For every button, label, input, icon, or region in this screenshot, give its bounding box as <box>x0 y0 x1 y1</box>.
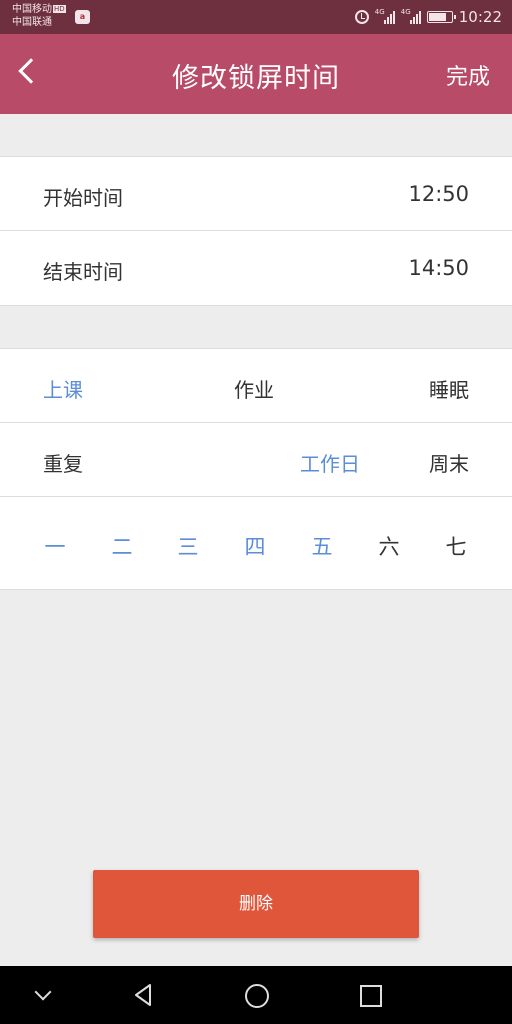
mode-option-class[interactable]: 上课 <box>43 374 83 403</box>
day-sun[interactable]: 七 <box>441 531 471 561</box>
alarm-icon <box>354 10 369 24</box>
system-nav-bar <box>0 966 512 1024</box>
days-row: 一 二 三 四 五 六 七 <box>0 497 512 589</box>
status-indicators: 4G 4G 10:22 <box>354 8 502 26</box>
network-tag: 4G <box>400 8 411 16</box>
mode-option-homework[interactable]: 作业 <box>234 374 274 403</box>
battery-icon <box>426 11 456 23</box>
day-fri[interactable]: 五 <box>307 531 337 561</box>
mode-option-sleep[interactable]: 睡眠 <box>429 374 469 403</box>
repeat-row: 重复 工作日 周末 <box>0 423 512 497</box>
start-time-label: 开始时间 <box>43 186 123 210</box>
hide-nav-icon[interactable] <box>28 979 60 1011</box>
delete-button[interactable]: 删除 <box>93 870 419 938</box>
mode-row: 上课 作业 睡眠 <box>0 349 512 423</box>
signal-icon: 4G <box>374 8 395 24</box>
hd-badge: HD <box>53 5 66 13</box>
home-circle-icon[interactable] <box>240 979 272 1011</box>
header-bar: 修改锁屏时间 完成 <box>0 34 512 114</box>
day-tue[interactable]: 二 <box>107 531 137 561</box>
signal-icon: 4G <box>400 8 421 24</box>
repeat-option-weekend[interactable]: 周末 <box>429 448 469 477</box>
status-time: 10:22 <box>458 8 502 26</box>
done-button[interactable]: 完成 <box>446 59 490 91</box>
back-triangle-icon[interactable] <box>128 979 160 1011</box>
day-thu[interactable]: 四 <box>240 531 270 561</box>
day-mon[interactable]: 一 <box>40 531 70 561</box>
carrier-2: 中国联通 <box>12 17 52 28</box>
day-sat[interactable]: 六 <box>374 531 404 561</box>
end-time-label: 结束时间 <box>43 260 123 284</box>
day-wed[interactable]: 三 <box>173 531 203 561</box>
repeat-label: 重复 <box>43 452 83 476</box>
schedule-card: 上课 作业 睡眠 重复 工作日 周末 一 二 三 四 五 六 七 <box>0 348 512 590</box>
status-bar: 中国移动 HD 中国联通 a 4G 4G 10:22 <box>0 0 512 34</box>
start-time-row[interactable]: 开始时间 12:50 <box>0 157 512 231</box>
time-settings-card: 开始时间 12:50 结束时间 14:50 <box>0 156 512 306</box>
network-tag: 4G <box>374 8 385 16</box>
start-time-value: 12:50 <box>408 182 469 206</box>
end-time-value: 14:50 <box>408 256 469 280</box>
end-time-row[interactable]: 结束时间 14:50 <box>0 231 512 305</box>
app-notification-icon: a <box>75 10 90 24</box>
recents-square-icon[interactable] <box>354 979 386 1011</box>
repeat-option-weekdays[interactable]: 工作日 <box>300 448 360 477</box>
battery-fill <box>428 13 447 21</box>
carrier-info: 中国移动 HD 中国联通 <box>12 3 66 29</box>
carrier-1: 中国移动 <box>12 4 52 15</box>
page-title: 修改锁屏时间 <box>172 63 340 94</box>
